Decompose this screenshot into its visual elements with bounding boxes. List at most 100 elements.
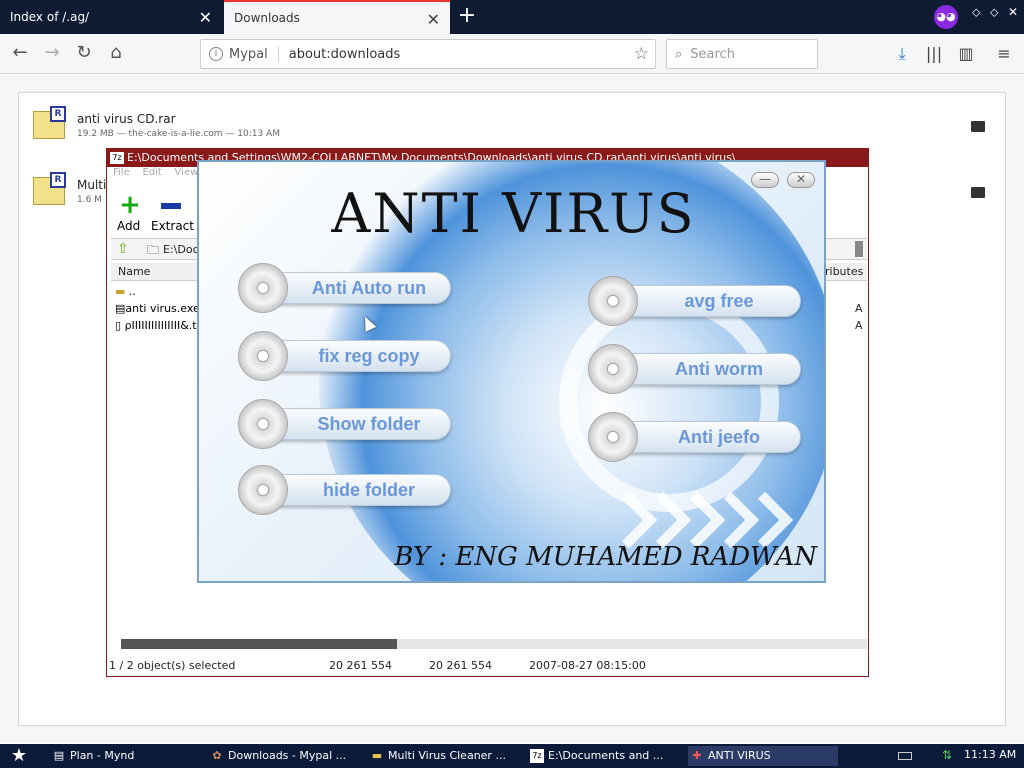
- tab-label: Index of /.ag/: [10, 10, 90, 24]
- 7z-icon: 7z: [530, 749, 544, 763]
- sidebar-icon[interactable]: ▥: [956, 44, 976, 64]
- status-modified: 2007-08-27 08:15:00: [529, 659, 646, 672]
- list-item[interactable]: ▤anti virus.exe: [115, 302, 200, 315]
- fix-reg-copy-button[interactable]: fix reg copy: [238, 331, 451, 381]
- status-packed: 20 261 554: [429, 659, 492, 672]
- search-placeholder: Search: [690, 46, 735, 62]
- info-icon[interactable]: i: [209, 47, 223, 61]
- list-item[interactable]: ▬ ..: [115, 285, 136, 298]
- download-name[interactable]: anti virus CD.rar: [77, 112, 176, 126]
- anti-auto-run-button[interactable]: Anti Auto run: [238, 263, 451, 313]
- start-star-icon[interactable]: ★: [4, 746, 34, 766]
- nav-bar: ← → ↻ ⌂ i Mypal about:downloads ☆ ⌕ Sear…: [0, 34, 1024, 74]
- doc-icon: ▤: [53, 749, 65, 762]
- download-meta: 19.2 MB — the-cake-is-a-lie.com — 10:13 …: [77, 129, 280, 139]
- private-mask-icon[interactable]: ◕◕: [934, 5, 958, 29]
- text-file-icon: ▯: [115, 319, 122, 332]
- keyboard-tray-icon[interactable]: [898, 752, 912, 760]
- cd-icon: [588, 344, 638, 394]
- taskbar: ★ ▤ Plan - Mynd ✿ Downloads - Mypal ... ▬ M…: [0, 744, 1024, 768]
- taskbar-item-plan[interactable]: ▤ Plan - Mynd: [50, 746, 200, 766]
- author-credit: BY : ENG MUHAMED RADWAN: [394, 542, 817, 572]
- exe-icon: ▤: [115, 302, 126, 315]
- cd-icon: [238, 263, 288, 313]
- library-icon[interactable]: |||: [924, 44, 944, 64]
- column-attributes[interactable]: ributes: [825, 265, 863, 278]
- new-tab-icon[interactable]: +: [454, 4, 480, 30]
- cd-icon: [238, 331, 288, 381]
- 7z-icon: 7z: [110, 152, 124, 164]
- tab-label: Downloads: [234, 11, 300, 25]
- close-window-icon[interactable]: ✕: [1008, 5, 1018, 19]
- minimize-button[interactable]: —: [751, 172, 779, 188]
- list-item[interactable]: ▯ ρΙΙΙΙΙΙΙΙΙΙΙΙΙΙΙ&.tx: [115, 319, 203, 332]
- network-tray-icon[interactable]: ⇅: [942, 748, 956, 762]
- extract-button[interactable]: Extract: [151, 219, 194, 233]
- status-bar: 1 / 2 object(s) selected 20 261 554 20 2…: [107, 655, 868, 675]
- clock[interactable]: 11:13 AM: [964, 748, 1016, 761]
- cd-icon: [588, 276, 638, 326]
- add-icon[interactable]: +: [119, 192, 141, 218]
- rar-file-icon: R: [33, 172, 66, 205]
- status-selected: 1 / 2 object(s) selected: [109, 659, 236, 672]
- show-folder-button[interactable]: Show folder: [238, 399, 451, 449]
- search-input[interactable]: ⌕ Search: [666, 39, 818, 69]
- downloads-icon[interactable]: ⤓: [892, 44, 912, 64]
- restore-icon[interactable]: ⬦: [990, 5, 998, 20]
- menu-edit[interactable]: Edit: [142, 167, 161, 178]
- menu-file[interactable]: File: [113, 167, 130, 178]
- forward-icon[interactable]: →: [40, 42, 64, 66]
- status-size: 20 261 554: [329, 659, 392, 672]
- tab-downloads[interactable]: Downloads ✕: [224, 0, 450, 34]
- open-folder-icon[interactable]: [971, 187, 985, 198]
- taskbar-item-downloads[interactable]: ✿ Downloads - Mypal ...: [208, 746, 360, 766]
- attr-cell: A: [855, 319, 863, 332]
- minimize-icon[interactable]: ⬦: [972, 5, 980, 20]
- reload-icon[interactable]: ↻: [72, 42, 96, 66]
- folder-icon: ▬: [371, 749, 383, 762]
- url-bar[interactable]: i Mypal about:downloads ☆: [200, 39, 656, 69]
- taskbar-item-7zip[interactable]: 7z E:\Documents and ...: [528, 746, 676, 766]
- download-meta: 1.6 M: [77, 195, 102, 205]
- close-button[interactable]: ✕: [787, 172, 815, 188]
- background-ring: [559, 292, 779, 512]
- url-text[interactable]: about:downloads: [289, 47, 401, 62]
- tab-index[interactable]: Index of /.ag/ ✕: [0, 0, 222, 34]
- add-button[interactable]: Add: [117, 219, 140, 233]
- menu-icon[interactable]: ≡: [994, 44, 1014, 64]
- up-folder-icon[interactable]: ⇧: [117, 241, 129, 257]
- search-icon: ⌕: [675, 46, 683, 62]
- rar-file-icon: R: [33, 106, 66, 139]
- taskbar-item-multi-virus[interactable]: ▬ Multi Virus Cleaner ...: [368, 746, 520, 766]
- avg-free-button[interactable]: avg free: [588, 276, 801, 326]
- anti-jeefo-button[interactable]: Anti jeefo: [588, 412, 801, 462]
- url-separator: [277, 46, 279, 62]
- close-tab-icon[interactable]: ✕: [427, 10, 440, 29]
- url-prefix: Mypal: [229, 46, 268, 62]
- anti-worm-button[interactable]: Anti worm: [588, 344, 801, 394]
- mypal-icon: ✿: [212, 749, 222, 762]
- close-tab-icon[interactable]: ✕: [199, 8, 212, 27]
- bookmark-star-icon[interactable]: ☆: [634, 44, 649, 64]
- open-folder-icon[interactable]: [971, 121, 985, 132]
- menu-view[interactable]: View: [175, 167, 199, 178]
- antivirus-icon: ✚: [692, 749, 702, 762]
- hide-folder-button[interactable]: hide folder: [238, 465, 451, 515]
- cd-icon: [588, 412, 638, 462]
- scrollbar-thumb[interactable]: [121, 639, 397, 649]
- taskbar-item-antivirus[interactable]: ✚ ANTI VIRUS: [688, 746, 838, 766]
- cd-icon: [238, 465, 288, 515]
- antivirus-window: ANTI VIRUS — ✕ Anti Auto run fix reg cop…: [197, 160, 826, 583]
- tab-strip: Index of /.ag/ ✕ Downloads ✕ + ◕◕ ⬦ ⬦ ✕: [0, 0, 1024, 34]
- cd-icon: [238, 399, 288, 449]
- back-icon[interactable]: ←: [8, 42, 32, 66]
- extract-icon[interactable]: [161, 203, 181, 209]
- home-icon[interactable]: ⌂: [104, 42, 128, 66]
- folder-icon: 🗀: [147, 243, 160, 257]
- horizontal-scrollbar[interactable]: [121, 639, 867, 649]
- column-name[interactable]: Name: [118, 265, 150, 278]
- path-scrollbar[interactable]: [855, 241, 863, 257]
- attr-cell: A: [855, 302, 863, 315]
- app-title: ANTI VIRUS: [331, 182, 696, 245]
- folder-icon: ▬: [115, 285, 126, 298]
